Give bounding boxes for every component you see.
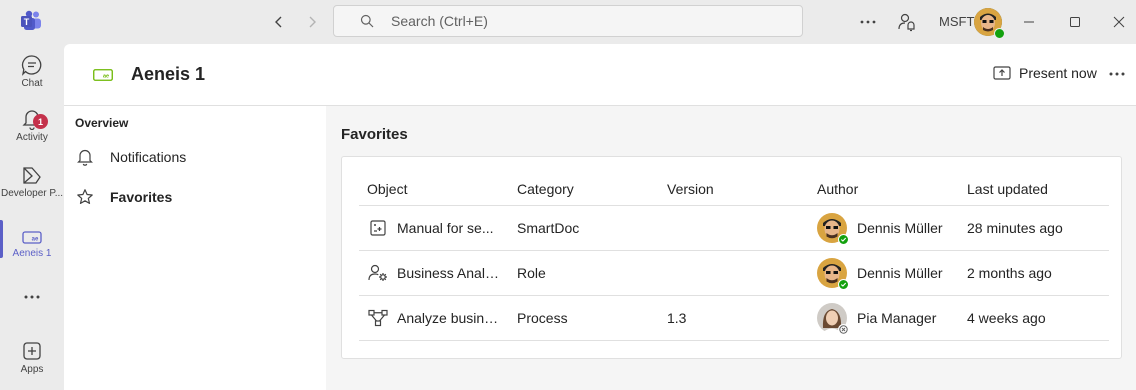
favorites-table: Object Category Version Author Last upda…	[359, 173, 1109, 341]
column-header-last-updated[interactable]: Last updated	[967, 173, 1107, 205]
presence-offline-icon	[838, 324, 849, 335]
svg-text:ae: ae	[32, 237, 39, 243]
content-area: Favorites Object Category Version Author…	[326, 106, 1136, 390]
avatar[interactable]	[817, 258, 849, 290]
rail-item-developer-portal[interactable]: Developer P...	[0, 164, 64, 199]
column-header-category[interactable]: Category	[517, 173, 657, 205]
column-header-author[interactable]: Author	[817, 173, 957, 205]
rail-item-aeneis[interactable]: ae Aeneis 1	[0, 228, 64, 259]
rail-item-label: Apps	[20, 364, 44, 375]
table-row[interactable]: Manual for se... SmartDoc Dennis Müller …	[359, 206, 1109, 251]
rail-item-chat[interactable]: Chat	[0, 54, 64, 89]
last-updated-cell: 2 months ago	[967, 265, 1052, 281]
presence-available-icon	[838, 279, 849, 290]
app-rail: Chat 1 Activity Developer P... ae Aeneis…	[0, 44, 64, 390]
person-gear-icon	[367, 262, 389, 284]
version-cell: 1.3	[667, 310, 687, 326]
category-cell: Role	[517, 265, 546, 281]
author-cell: Pia Manager	[817, 296, 957, 340]
person-bell-icon[interactable]	[895, 10, 919, 34]
page-title: Aeneis 1	[131, 64, 206, 84]
object-name: Manual for se...	[397, 220, 494, 236]
sidenav-item-label: Favorites	[110, 189, 173, 205]
avatar[interactable]	[974, 8, 1005, 39]
org-label[interactable]: MSFT	[939, 14, 974, 29]
presence-available-icon	[994, 28, 1005, 39]
more-options-icon[interactable]	[1109, 64, 1125, 87]
app-header: ae Aeneis 1 Present now	[64, 44, 1136, 106]
rail-item-label: Chat	[21, 78, 43, 89]
last-updated-cell: 28 minutes ago	[967, 220, 1063, 236]
aeneis-app-icon: ae	[93, 69, 113, 81]
rail-item-activity[interactable]: 1 Activity	[0, 108, 64, 143]
object-name: Analyze busine...	[397, 310, 501, 326]
sidenav-heading[interactable]: Overview	[75, 116, 128, 130]
column-header-object[interactable]: Object	[367, 173, 507, 205]
maximize-icon[interactable]	[1063, 10, 1087, 34]
chat-icon	[21, 55, 42, 76]
author-name: Pia Manager	[857, 310, 937, 326]
author-cell: Dennis Müller	[817, 206, 957, 250]
aeneis-app-icon: ae	[22, 231, 42, 244]
search-box[interactable]	[333, 5, 803, 37]
title-bar: T MSFT	[0, 0, 1136, 44]
search-icon	[360, 14, 374, 28]
table-row[interactable]: Business Analyst Role Dennis Müller 2 mo…	[359, 251, 1109, 296]
svg-text:T: T	[24, 17, 30, 27]
rail-item-label: Developer P...	[1, 188, 63, 199]
main-panel: ae Aeneis 1 Present now Overview Notific…	[64, 44, 1136, 390]
rail-item-label: Activity	[16, 132, 48, 143]
minimize-icon[interactable]	[1017, 10, 1041, 34]
side-nav: Overview Notifications Favorites	[64, 106, 326, 390]
version-cell	[667, 251, 807, 295]
svg-text:ae: ae	[103, 74, 109, 80]
search-input[interactable]	[391, 13, 771, 29]
back-arrow-icon[interactable]	[268, 11, 290, 33]
present-now-button[interactable]: Present now	[993, 65, 1097, 81]
category-cell: Process	[517, 310, 568, 326]
author-name: Dennis Müller	[857, 220, 943, 236]
rail-item-more[interactable]	[0, 294, 64, 300]
plus-square-icon	[23, 342, 41, 360]
object-cell[interactable]: Analyze busine...	[367, 296, 507, 340]
process-flow-icon	[367, 307, 389, 329]
object-name: Business Analyst	[397, 265, 501, 281]
version-cell	[667, 206, 807, 250]
object-cell[interactable]: Manual for se...	[367, 206, 507, 250]
sidenav-item-notifications[interactable]: Notifications	[76, 148, 186, 166]
table-header-row: Object Category Version Author Last upda…	[359, 173, 1109, 206]
developer-portal-icon	[23, 167, 41, 184]
column-header-version[interactable]: Version	[667, 173, 807, 205]
bell-outline-icon	[77, 149, 93, 166]
last-updated-cell: 4 weeks ago	[967, 310, 1046, 326]
star-icon	[77, 189, 93, 204]
document-icon	[367, 217, 389, 239]
rail-item-apps[interactable]: Apps	[0, 340, 64, 375]
teams-logo-icon[interactable]: T	[20, 10, 42, 32]
avatar[interactable]	[817, 303, 849, 335]
rail-item-label: Aeneis 1	[12, 248, 52, 259]
table-row[interactable]: Analyze busine... Process 1.3 Pia Manage…	[359, 296, 1109, 341]
share-screen-icon	[993, 66, 1011, 80]
sidenav-item-label: Notifications	[110, 149, 187, 165]
section-title: Favorites	[341, 126, 408, 143]
sidenav-item-favorites[interactable]: Favorites	[76, 188, 172, 206]
activity-badge: 1	[33, 114, 48, 129]
more-apps-icon	[24, 295, 40, 299]
presence-available-icon	[838, 234, 849, 245]
avatar[interactable]	[817, 213, 849, 245]
author-cell: Dennis Müller	[817, 251, 957, 295]
close-icon[interactable]	[1107, 10, 1131, 34]
forward-arrow-icon[interactable]	[301, 11, 323, 33]
present-now-label: Present now	[1019, 65, 1097, 81]
object-cell[interactable]: Business Analyst	[367, 251, 507, 295]
category-cell: SmartDoc	[517, 220, 580, 236]
more-options-icon[interactable]	[856, 10, 880, 34]
author-name: Dennis Müller	[857, 265, 943, 281]
favorites-card: Object Category Version Author Last upda…	[341, 156, 1122, 359]
